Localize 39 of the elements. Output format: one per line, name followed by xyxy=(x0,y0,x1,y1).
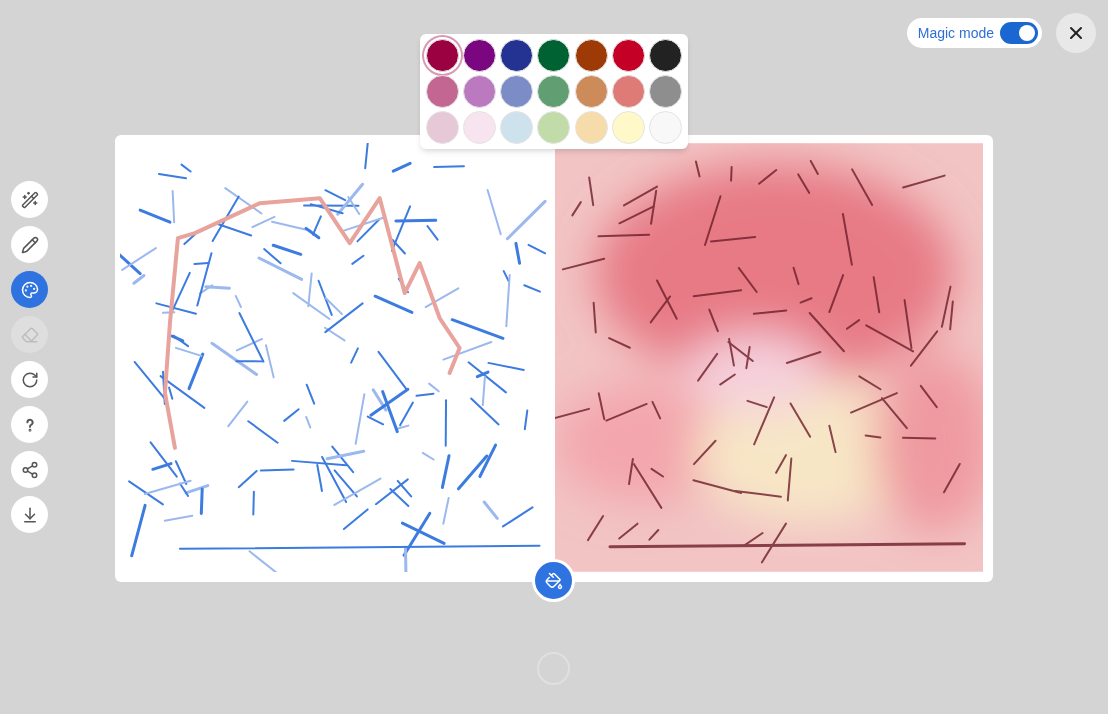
color-swatch[interactable] xyxy=(500,39,534,72)
color-swatch[interactable] xyxy=(611,39,645,72)
toggle-switch[interactable] xyxy=(1000,22,1038,44)
color-swatch[interactable] xyxy=(426,111,459,144)
eraser-icon xyxy=(20,325,39,344)
palette-icon xyxy=(20,280,39,299)
color-swatch[interactable] xyxy=(500,111,534,144)
tool-button[interactable] xyxy=(11,406,48,443)
tool-button[interactable] xyxy=(11,181,48,218)
color-swatch[interactable] xyxy=(500,75,534,108)
color-swatch[interactable] xyxy=(537,111,571,144)
color-swatch[interactable] xyxy=(463,111,497,144)
color-swatch[interactable] xyxy=(611,111,645,144)
color-swatch[interactable] xyxy=(463,75,497,108)
color-swatch[interactable] xyxy=(537,75,571,108)
toggle-label: Magic mode xyxy=(917,23,994,43)
paint-bucket-icon xyxy=(544,571,563,590)
tool-button[interactable] xyxy=(11,226,48,263)
color-swatch[interactable] xyxy=(574,75,608,108)
color-swatch[interactable] xyxy=(574,111,608,144)
color-swatch[interactable] xyxy=(463,39,497,72)
color-swatch[interactable] xyxy=(648,75,682,108)
magic-wand-icon xyxy=(20,190,39,209)
tool-button[interactable] xyxy=(11,361,48,398)
tool-button[interactable] xyxy=(11,496,48,533)
pencil-icon xyxy=(20,235,39,254)
color-swatch[interactable] xyxy=(611,75,645,108)
tool-button[interactable] xyxy=(11,451,48,488)
color-swatch[interactable] xyxy=(648,111,682,144)
share-icon xyxy=(20,460,39,479)
magic-mode-toggle[interactable]: Magic mode xyxy=(906,18,1042,48)
redo-icon xyxy=(20,370,39,389)
color-swatch[interactable] xyxy=(426,75,459,108)
tool-button[interactable] xyxy=(11,271,48,308)
color-swatch[interactable] xyxy=(537,39,571,72)
color-swatch[interactable] xyxy=(426,39,459,72)
close-button[interactable] xyxy=(1056,13,1096,53)
color-swatch[interactable] xyxy=(574,39,608,72)
color-swatch[interactable] xyxy=(648,39,682,72)
